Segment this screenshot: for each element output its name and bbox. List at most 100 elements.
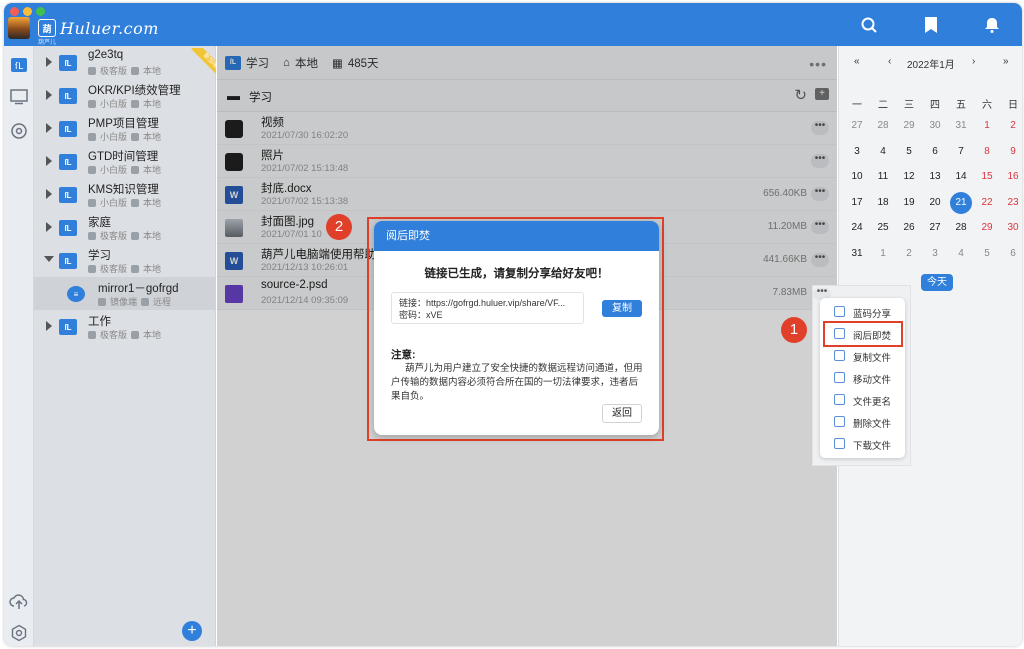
bell-icon[interactable] [982,15,1002,35]
calendar-day[interactable]: 28 [872,115,894,137]
calendar-day[interactable]: 21 [950,191,972,214]
prev-month-button[interactable]: ‹ [888,56,891,67]
expand-triangle-icon[interactable] [46,57,52,67]
spaces-icon[interactable]: ſL [8,54,30,76]
back-button[interactable]: 返回 [602,404,642,423]
menu-item-copy-file[interactable]: 复制文件 [820,345,905,367]
expand-triangle-icon[interactable] [46,321,52,331]
calendar-day[interactable]: 4 [950,243,972,265]
calendar-day[interactable]: 16 [1002,166,1022,188]
close-window-button[interactable] [10,7,19,16]
calendar-day[interactable]: 19 [898,192,920,214]
calendar-day[interactable]: 2 [898,243,920,265]
corner-ribbon: 新加坡 [186,48,216,78]
today-button[interactable]: 今天 [921,274,953,291]
calendar-day[interactable]: 31 [846,243,868,265]
terminal-icon[interactable] [8,86,30,108]
menu-item-label: 复制文件 [853,353,892,364]
menu-item-delete-file[interactable]: 删除文件 [820,411,905,433]
expand-triangle-icon[interactable] [46,123,52,133]
prev-year-button[interactable]: « [854,56,860,67]
calendar-day[interactable]: 24 [846,217,868,239]
tree-node-expanded[interactable]: ſL 学习 极客版 本地 [34,244,216,277]
node-location: 本地 [143,165,162,175]
calendar-day[interactable]: 25 [872,217,894,239]
copy-icon [834,350,845,361]
calendar-day[interactable]: 18 [872,192,894,214]
calendar-day[interactable]: 5 [976,243,998,265]
node-title: 工作 [88,316,111,328]
ribbon-label: 新加坡 [191,48,216,78]
menu-item-download-file[interactable]: 下载文件 [820,433,905,455]
calendar-day[interactable]: 7 [950,141,972,163]
calendar-day[interactable]: 1 [976,115,998,137]
user-icon [88,132,96,141]
node-location: 远程 [153,297,172,307]
settings-icon[interactable] [8,120,30,142]
tree-node[interactable]: ſL GTD时间管理 小白版 本地 [34,145,216,178]
calendar-day[interactable]: 27 [924,217,946,239]
calendar-day[interactable]: 30 [1002,217,1022,239]
menu-item-rename-file[interactable]: 文件更名 [820,389,905,411]
menu-item-blue-share[interactable]: 蓝码分享 [820,301,905,323]
calendar-day[interactable]: 5 [898,141,920,163]
calendar-day[interactable]: 6 [1002,243,1022,265]
calendar-day[interactable]: 4 [872,141,894,163]
calendar-day[interactable]: 1 [872,243,894,265]
next-month-button[interactable]: › [972,56,975,67]
bookmark-icon[interactable] [921,15,941,35]
calendar-day[interactable]: 6 [924,141,946,163]
expand-triangle-icon[interactable] [46,222,52,232]
app-avatar[interactable] [8,17,30,39]
app-window: 葫 Huluer.com 葫芦儿 ſL ſL g2e3tq 极客版 本地 新加坡… [4,3,1022,646]
node-location: 本地 [143,99,162,109]
tree-node[interactable]: ſL 工作 极客版 本地 [34,310,216,343]
calendar-day[interactable]: 11 [872,166,894,188]
expand-triangle-icon[interactable] [46,90,52,100]
tree-node[interactable]: ſL 家庭 极客版 本地 [34,211,216,244]
copy-button[interactable]: 复制 [602,300,642,317]
calendar-day[interactable]: 15 [976,166,998,188]
calendar-day[interactable]: 29 [976,217,998,239]
calendar-day[interactable]: 12 [898,166,920,188]
node-location: 本地 [143,132,162,142]
calendar-day[interactable]: 10 [846,166,868,188]
next-year-button[interactable]: » [1003,56,1009,67]
calendar-day[interactable]: 9 [1002,141,1022,163]
tree-node[interactable]: ſL OKR/KPI绩效管理 小白版 本地 [34,79,216,112]
space-icon: ſL [59,253,77,269]
title-bar: 葫 Huluer.com 葫芦儿 [4,3,1022,46]
calendar-day[interactable]: 2 [1002,115,1022,137]
calendar-day[interactable]: 31 [950,115,972,137]
user-icon [88,165,96,174]
calendar-day[interactable]: 20 [924,192,946,214]
calendar-day[interactable]: 30 [924,115,946,137]
collapse-triangle-icon[interactable] [44,256,54,262]
expand-triangle-icon[interactable] [46,156,52,166]
tree-node[interactable]: ſL PMP项目管理 小白版 本地 [34,112,216,145]
link-box[interactable]: 链接：https://gofrgd.huluer.vip/share/VF...… [391,292,584,324]
calendar-day[interactable]: 17 [846,192,868,214]
calendar-day[interactable]: 26 [898,217,920,239]
step-badge-1: 1 [781,317,807,343]
tree-node[interactable]: ſL g2e3tq 极客版 本地 新加坡 [34,46,216,79]
add-space-button[interactable]: + [182,621,202,641]
search-icon[interactable] [859,15,879,35]
upload-cloud-icon[interactable] [8,590,30,612]
calendar-day[interactable]: 27 [846,115,868,137]
tree-node-selected[interactable]: ≡ mirror1－gofrgd 镜像端 远程 [34,277,216,310]
minimize-window-button[interactable] [23,7,32,16]
gear-icon[interactable] [8,622,30,644]
calendar-day[interactable]: 14 [950,166,972,188]
expand-triangle-icon[interactable] [46,189,52,199]
menu-item-move-file[interactable]: 移动文件 [820,367,905,389]
calendar-day[interactable]: 23 [1002,192,1022,214]
calendar-day[interactable]: 29 [898,115,920,137]
calendar-day[interactable]: 28 [950,217,972,239]
calendar-day[interactable]: 13 [924,166,946,188]
calendar-day[interactable]: 3 [924,243,946,265]
calendar-day[interactable]: 3 [846,141,868,163]
calendar-day[interactable]: 8 [976,141,998,163]
tree-node[interactable]: ſL KMS知识管理 小白版 本地 [34,178,216,211]
calendar-day[interactable]: 22 [976,192,998,214]
